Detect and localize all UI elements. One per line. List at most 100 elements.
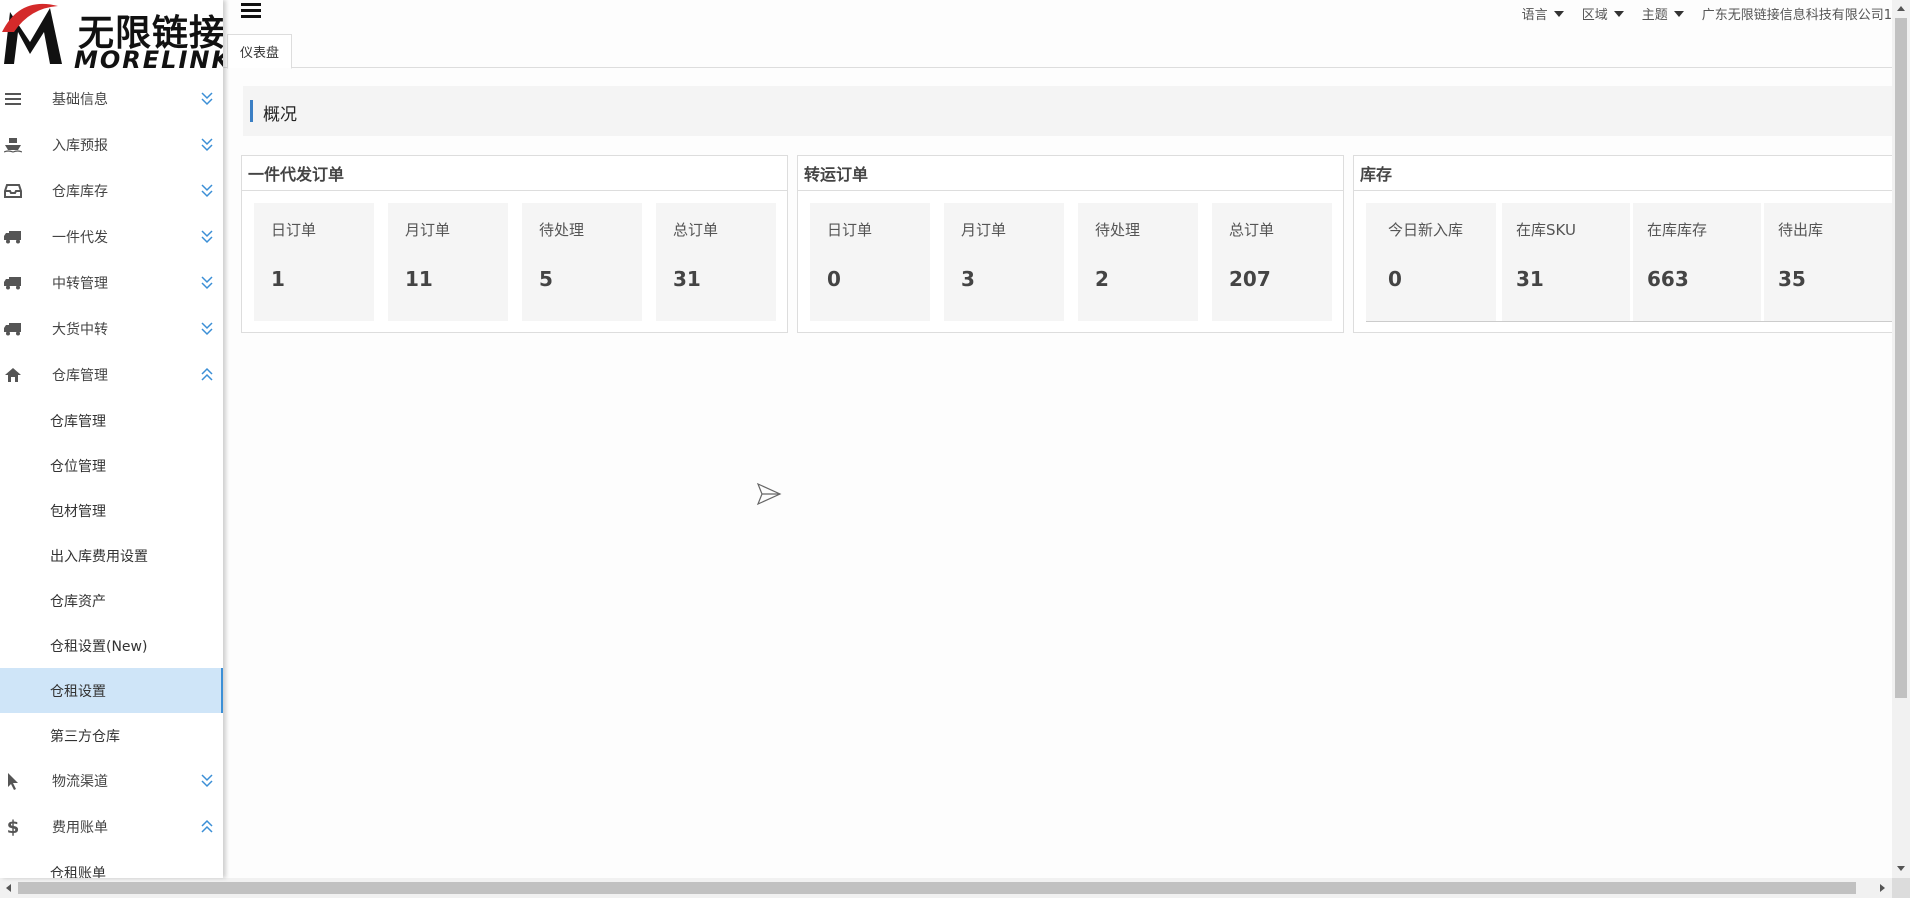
stat-label: 总订单 <box>673 221 719 239</box>
stat-card[interactable]: 总订单 31 <box>656 203 776 321</box>
submenu-item-location[interactable]: 仓位管理 <box>0 443 223 488</box>
tab-bar: 仪表盘 <box>223 32 1892 69</box>
logo-mark-icon <box>2 3 62 64</box>
stat-card[interactable]: 待处理 2 <box>1078 203 1198 321</box>
menu-toggle-icon[interactable] <box>241 3 261 19</box>
theme-label: 主题 <box>1641 8 1668 23</box>
sidebar-menu: 基础信息 入库预报 仓库库存 一件代发 中转管理 大货中转 仓库管理 仓库管理 … <box>0 76 223 878</box>
logo[interactable]: 无限链接 MORELINK <box>0 0 223 74</box>
overview-header: 概况 <box>243 86 1900 136</box>
sidebar-item-label: 入库预报 <box>52 138 108 154</box>
stat-card[interactable]: 日订单 1 <box>254 203 374 321</box>
dropship-orders-panel: 一件代发订单 日订单 1 月订单 11 待处理 5 总订单 31 <box>241 155 788 333</box>
scrollbar-thumb[interactable] <box>18 882 1856 894</box>
chevron-double-down-icon <box>201 230 213 244</box>
submenu-item-inout-fee[interactable]: 出入库费用设置 <box>0 533 223 578</box>
paper-plane-cursor-icon <box>756 482 782 506</box>
sidebar-item-label: 仓库库存 <box>52 184 108 200</box>
sidebar-item-bulk-transit[interactable]: 大货中转 <box>0 306 223 352</box>
submenu-item-warehouse[interactable]: 仓库管理 <box>0 398 223 443</box>
submenu-item-rent-settings[interactable]: 仓租设置 <box>0 668 223 713</box>
stat-card[interactable]: 在库库存 663 <box>1633 203 1761 321</box>
sidebar-item-label: 一件代发 <box>52 230 108 246</box>
vertical-scrollbar[interactable] <box>1892 0 1910 878</box>
caret-down-icon <box>1553 10 1564 17</box>
panel-title: 一件代发订单 <box>242 156 787 191</box>
stock-panel: 库存 今日新入库 0 在库SKU 31 在库库存 663 待出库 35 <box>1353 155 1904 333</box>
stat-card[interactable]: 日订单 0 <box>810 203 930 321</box>
pointer-icon <box>4 772 22 790</box>
submenu-item-warehouse-assets[interactable]: 仓库资产 <box>0 578 223 623</box>
stat-card[interactable]: 在库SKU 31 <box>1502 203 1630 321</box>
submenu-item-rent-settings-new[interactable]: 仓租设置(New) <box>0 623 223 668</box>
section-accent-bar <box>250 100 253 122</box>
sidebar-item-label: 仓库管理 <box>52 368 108 384</box>
company-label: 广东无限链接信息科技有限公司1 <box>1701 8 1892 23</box>
stat-card[interactable]: 待处理 5 <box>522 203 642 321</box>
stat-value: 0 <box>1388 267 1402 291</box>
top-header: 语言 区域 主题 广东无限链接信息科技有限公司1 <box>223 0 1892 30</box>
chevron-double-up-icon <box>201 819 213 833</box>
header-actions: 语言 区域 主题 广东无限链接信息科技有限公司1 <box>1522 4 1892 23</box>
logo-text-en: MORELINK <box>74 46 223 74</box>
sidebar-item-transit-management[interactable]: 中转管理 <box>0 260 223 306</box>
tab-dashboard[interactable]: 仪表盘 <box>227 34 293 69</box>
submenu-item-rent-bill[interactable]: 仓租账单 <box>0 850 223 879</box>
scroll-right-icon[interactable] <box>1880 884 1885 892</box>
sidebar-item-label: 大货中转 <box>52 322 108 338</box>
chevron-double-down-icon <box>201 276 213 290</box>
truck-icon <box>4 228 22 246</box>
stat-label: 月订单 <box>961 221 1007 239</box>
stat-label: 在库库存 <box>1647 221 1708 239</box>
sidebar-item-inbound-forecast[interactable]: 入库预报 <box>0 122 223 168</box>
submenu-item-packaging[interactable]: 包材管理 <box>0 488 223 533</box>
sidebar-item-warehouse-management[interactable]: 仓库管理 <box>0 352 223 398</box>
company-name[interactable]: 广东无限链接信息科技有限公司1 <box>1702 4 1892 23</box>
stat-card[interactable]: 月订单 11 <box>388 203 508 321</box>
stat-value: 2 <box>1095 267 1109 291</box>
stat-value: 5 <box>539 267 553 291</box>
transit-orders-panel: 转运订单 日订单 0 月订单 3 待处理 2 总订单 207 <box>797 155 1344 333</box>
chevron-double-up-icon <box>201 367 213 381</box>
chevron-double-down-icon <box>201 322 213 336</box>
home-icon <box>4 366 22 384</box>
submenu-item-third-party-warehouse[interactable]: 第三方仓库 <box>0 713 223 758</box>
stat-card[interactable]: 总订单 207 <box>1212 203 1332 321</box>
truck-icon <box>4 320 22 338</box>
panel-title: 转运订单 <box>798 156 1343 191</box>
region-dropdown[interactable]: 区域 <box>1582 4 1624 23</box>
stat-label: 待处理 <box>539 221 585 239</box>
overview-title: 概况 <box>263 105 297 125</box>
caret-down-icon <box>1673 10 1684 17</box>
stat-value: 35 <box>1778 267 1806 291</box>
sidebar-item-dropship[interactable]: 一件代发 <box>0 214 223 260</box>
language-dropdown[interactable]: 语言 <box>1522 4 1564 23</box>
chevron-double-down-icon <box>201 92 213 106</box>
scroll-left-icon[interactable] <box>6 884 11 892</box>
horizontal-scrollbar[interactable] <box>0 878 1892 898</box>
stat-value: 0 <box>827 267 841 291</box>
scroll-up-icon[interactable] <box>1897 6 1905 11</box>
sidebar-item-basic-info[interactable]: 基础信息 <box>0 76 223 122</box>
stat-label: 总订单 <box>1229 221 1275 239</box>
scrollbar-thumb[interactable] <box>1895 18 1907 698</box>
sidebar-item-billing[interactable]: $ 费用账单 <box>0 804 223 850</box>
panel-title: 库存 <box>1354 156 1892 191</box>
sidebar-item-label: 中转管理 <box>52 276 108 292</box>
theme-dropdown[interactable]: 主题 <box>1642 4 1684 23</box>
sidebar-item-label: 物流渠道 <box>52 774 108 790</box>
divider <box>1366 321 1904 322</box>
stat-value: 3 <box>961 267 975 291</box>
inbox-icon <box>4 182 22 200</box>
stat-card[interactable]: 月订单 3 <box>944 203 1064 321</box>
stat-label: 日订单 <box>271 221 317 239</box>
truck-icon <box>4 274 22 292</box>
chevron-double-down-icon <box>201 184 213 198</box>
sidebar-item-logistics-channel[interactable]: 物流渠道 <box>0 758 223 804</box>
stat-card[interactable]: 待出库 35 <box>1764 203 1892 321</box>
stat-value: 207 <box>1229 267 1271 291</box>
scroll-down-icon[interactable] <box>1897 866 1905 871</box>
stat-card[interactable]: 今日新入库 0 <box>1366 203 1496 321</box>
sidebar-item-label: 费用账单 <box>52 820 108 836</box>
sidebar-item-warehouse-stock[interactable]: 仓库库存 <box>0 168 223 214</box>
